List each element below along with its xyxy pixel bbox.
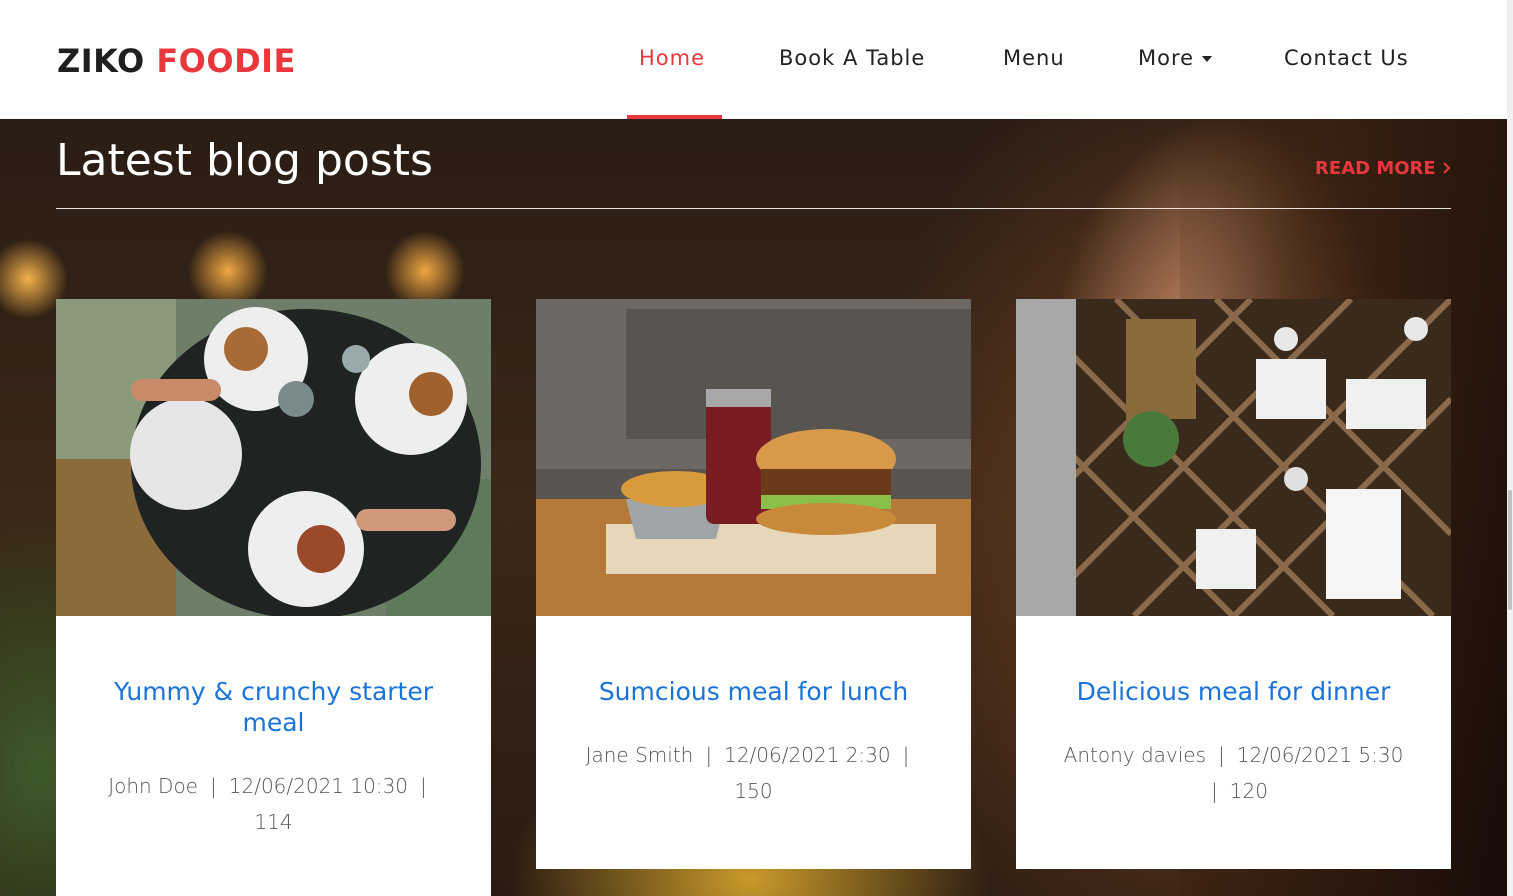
post-author: Antony davies xyxy=(1063,743,1207,767)
post-image-burger[interactable] xyxy=(536,299,971,616)
post-count: 114 xyxy=(254,810,293,834)
scrollbar-thumb[interactable] xyxy=(1508,490,1512,610)
chevron-right-icon xyxy=(1443,162,1451,174)
post-author: John Doe xyxy=(108,774,198,798)
read-more-label: READ MORE xyxy=(1315,158,1436,179)
post-meta: John Doe | 12/06/2021 10:30 | 114 xyxy=(108,774,427,834)
page-scrollbar[interactable] xyxy=(1507,0,1513,896)
post-datetime: 12/06/2021 10:30 xyxy=(228,774,409,798)
section-divider xyxy=(56,208,1451,209)
post-image-food-table[interactable] xyxy=(56,299,491,616)
site-header: ZIKO FOODIE Home Book A Table Menu More … xyxy=(0,0,1507,119)
nav-active-indicator xyxy=(627,115,722,119)
nav-more[interactable]: More xyxy=(1138,46,1213,70)
post-title[interactable]: Delicious meal for dinner xyxy=(1046,616,1421,707)
post-datetime: 12/06/2021 2:30 xyxy=(724,743,891,767)
post-count: 120 xyxy=(1229,779,1268,803)
post-count: 150 xyxy=(734,779,773,803)
nav-menu[interactable]: Menu xyxy=(1003,46,1065,70)
post-title[interactable]: Sumcious meal for lunch xyxy=(566,616,941,707)
post-meta: Jane Smith | 12/06/2021 2:30 | 150 xyxy=(585,743,910,803)
post-datetime: 12/06/2021 5:30 xyxy=(1236,743,1404,767)
blog-card: Yummy & crunchy starter meal John Doe | 12… xyxy=(56,299,491,896)
blog-card: Sumcious meal for lunch Jane Smith | 12/06… xyxy=(536,299,971,869)
nav-contact-us[interactable]: Contact Us xyxy=(1284,46,1409,70)
post-meta: Antony davies | 12/06/2021 5:30 | 120 xyxy=(1063,743,1404,803)
caret-down-icon xyxy=(1202,56,1213,62)
nav-book-a-table[interactable]: Book A Table xyxy=(779,46,925,70)
post-title[interactable]: Yummy & crunchy starter meal xyxy=(86,616,461,738)
nav-more-label: More xyxy=(1138,46,1195,70)
read-more-link[interactable]: READ MORE xyxy=(1315,158,1451,179)
blog-card: Delicious meal for dinner Antony davies |… xyxy=(1016,299,1451,869)
post-author: Jane Smith xyxy=(585,743,694,767)
main-nav: Home Book A Table Menu More Contact Us xyxy=(0,0,1507,119)
section-title: Latest blog posts xyxy=(56,135,433,186)
nav-home[interactable]: Home xyxy=(639,46,705,70)
post-image-dining-room[interactable] xyxy=(1016,299,1451,616)
